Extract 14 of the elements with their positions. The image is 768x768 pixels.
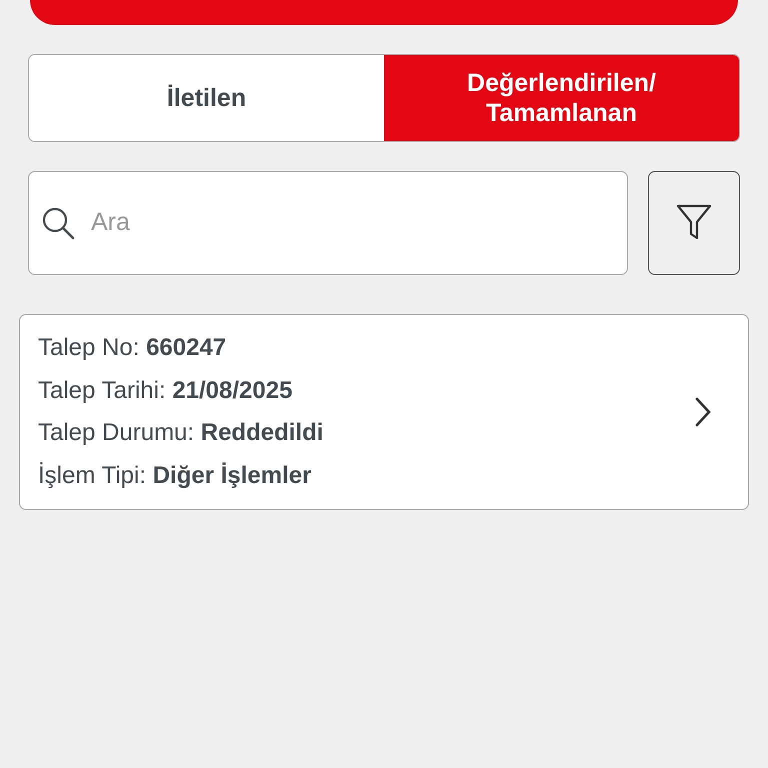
field-value: Reddedildi [200, 419, 324, 446]
field-label: Talep Durumu: [38, 419, 194, 446]
field-value: Diğer İşlemler [152, 462, 312, 488]
field-value: 21/08/2025 [172, 376, 292, 404]
chevron-right-icon [694, 397, 712, 427]
request-card[interactable]: Talep No: 660247 Talep Tarihi: 21/08/2025 Talep Durumu: Reddedildi İşlem Tipi: Diğer İşlemler [19, 314, 749, 510]
field-label: İşlem Tipi: [38, 462, 146, 488]
search-icon [41, 206, 75, 240]
field-label: Talep Tarihi: [38, 376, 166, 404]
field-value: 660247 [146, 334, 226, 361]
segment-tab[interactable]: Değerlendirilen/ Tamamlanan [384, 55, 739, 141]
field-label: Talep No: [38, 334, 140, 361]
filter-button[interactable] [648, 171, 740, 275]
filter-icon [676, 204, 712, 242]
